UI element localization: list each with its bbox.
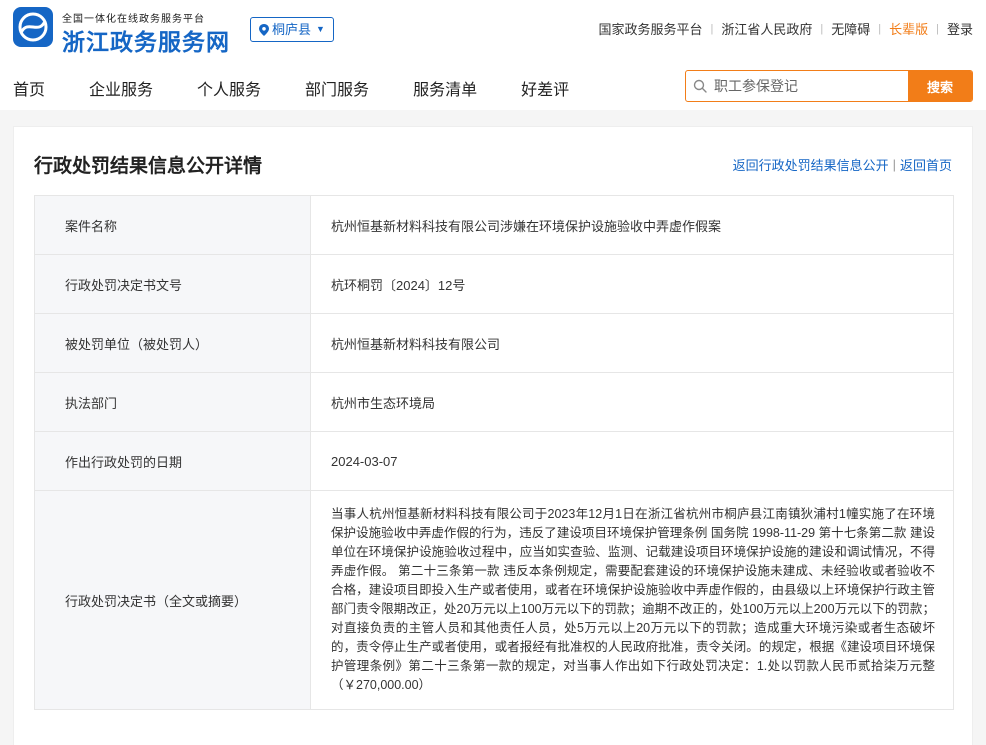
table-row: 行政处罚决定书（全文或摘要） 当事人杭州恒基新材料科技有限公司于2023年12月… [34, 490, 954, 710]
back-to-home-link[interactable]: 返回首页 [900, 155, 952, 174]
region-selector[interactable]: 桐庐县 ▼ [250, 17, 334, 42]
field-value: 杭州市生态环境局 [310, 372, 954, 432]
region-label: 桐庐县 [272, 22, 312, 37]
field-label: 作出行政处罚的日期 [34, 431, 311, 491]
link-elder-mode[interactable]: 长辈版 [881, 19, 936, 38]
field-label: 行政处罚决定书文号 [34, 254, 311, 314]
field-value: 2024-03-07 [310, 431, 954, 491]
top-links: 国家政务服务平台 | 浙江省人民政府 | 无障碍 | 长辈版 | 登录 [590, 19, 973, 38]
field-label: 行政处罚决定书（全文或摘要） [34, 490, 311, 710]
search-icon [686, 71, 714, 101]
search-input[interactable] [714, 71, 908, 101]
field-value: 当事人杭州恒基新材料科技有限公司于2023年12月1日在浙江省杭州市桐庐县江南镇… [310, 490, 954, 710]
link-separator: | [892, 157, 896, 172]
site-logo-icon[interactable] [13, 7, 53, 47]
field-value: 杭州恒基新材料科技有限公司涉嫌在环境保护设施验收中弄虚作假案 [310, 195, 954, 255]
nav-item-personal-services[interactable]: 个人服务 [197, 76, 261, 100]
detail-table: 案件名称 杭州恒基新材料科技有限公司涉嫌在环境保护设施验收中弄虚作假案 行政处罚… [34, 195, 954, 710]
table-row: 被处罚单位（被处罚人） 杭州恒基新材料科技有限公司 [34, 313, 954, 373]
link-provincial-government[interactable]: 浙江省人民政府 [713, 19, 820, 38]
site-name[interactable]: 浙江政务服务网 [62, 23, 230, 57]
nav-item-home[interactable]: 首页 [13, 76, 45, 100]
table-row: 案件名称 杭州恒基新材料科技有限公司涉嫌在环境保护设施验收中弄虚作假案 [34, 195, 954, 255]
table-row: 行政处罚决定书文号 杭环桐罚〔2024〕12号 [34, 254, 954, 314]
table-row: 执法部门 杭州市生态环境局 [34, 372, 954, 432]
location-pin-icon [259, 23, 269, 36]
field-value: 杭环桐罚〔2024〕12号 [310, 254, 954, 314]
nav-item-enterprise-services[interactable]: 企业服务 [89, 76, 153, 100]
field-label: 案件名称 [34, 195, 311, 255]
main-nav: 首页 企业服务 个人服务 部门服务 服务清单 好差评 [13, 76, 613, 100]
field-value: 杭州恒基新材料科技有限公司 [310, 313, 954, 373]
search-box: 搜索 [685, 70, 973, 102]
caret-down-icon: ▼ [316, 24, 325, 34]
back-to-list-link[interactable]: 返回行政处罚结果信息公开 [733, 155, 889, 174]
nav-item-evaluation[interactable]: 好差评 [521, 76, 569, 100]
nav-item-service-list[interactable]: 服务清单 [413, 76, 477, 100]
table-row: 作出行政处罚的日期 2024-03-07 [34, 431, 954, 491]
nav-item-department-services[interactable]: 部门服务 [305, 76, 369, 100]
field-label: 执法部门 [34, 372, 311, 432]
detail-panel: 行政处罚结果信息公开详情 返回行政处罚结果信息公开 | 返回首页 案件名称 杭州… [13, 126, 973, 745]
link-national-platform[interactable]: 国家政务服务平台 [590, 19, 710, 38]
site-header: 全国一体化在线政务服务平台 浙江政务服务网 桐庐县 ▼ 国家政务服务平台 | 浙… [0, 0, 986, 110]
link-login[interactable]: 登录 [939, 19, 973, 38]
field-label: 被处罚单位（被处罚人） [34, 313, 311, 373]
link-accessibility[interactable]: 无障碍 [823, 19, 878, 38]
search-button[interactable]: 搜索 [908, 71, 972, 101]
page-title: 行政处罚结果信息公开详情 [34, 156, 263, 177]
back-links: 返回行政处罚结果信息公开 | 返回首页 [733, 155, 952, 174]
